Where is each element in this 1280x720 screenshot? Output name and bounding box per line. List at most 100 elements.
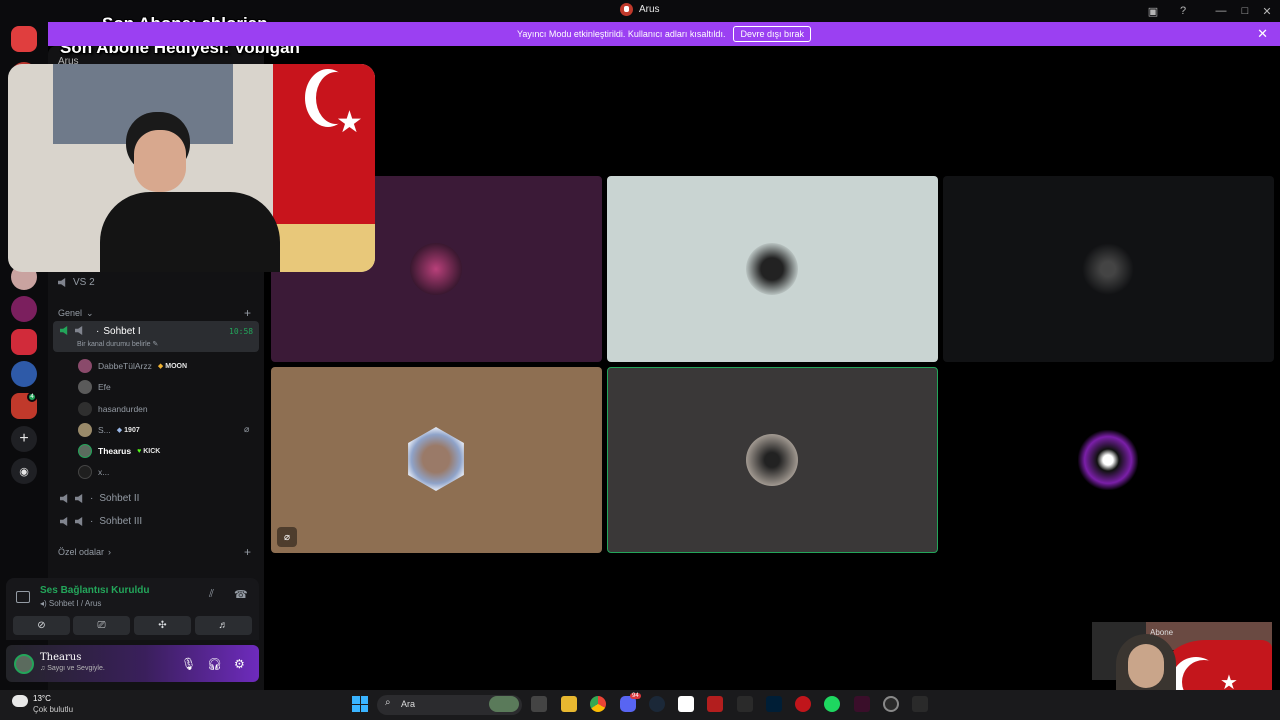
epic-games-icon[interactable] [737, 696, 753, 712]
channel-sohbet-2[interactable]: · Sohbet II [60, 493, 139, 504]
member-name: DabbeTülArzz [98, 361, 152, 371]
soundboard-button[interactable]: ♬ [195, 616, 252, 635]
disable-button[interactable]: Devre dışı bırak [733, 26, 811, 42]
heart-icon: ♥ [137, 447, 142, 455]
banner-text: Yayıncı Modu etkinleştirildi. Kullanıcı … [517, 29, 726, 39]
muted-icon: ⌀ [244, 424, 250, 434]
avatar [78, 359, 92, 373]
spotify-icon[interactable] [824, 696, 840, 712]
channel-status-prompt[interactable]: Bir kanal durumu belirle ✎ [77, 340, 158, 348]
streamer-mode-banner: Yayıncı Modu etkinleştirildi. Kullanıcı … [48, 22, 1280, 46]
channel-status-text: Bir kanal durumu belirle [77, 341, 151, 348]
category-general[interactable]: Genel ⌄ [58, 308, 94, 319]
noise-suppression-icon[interactable]: ⫽ [209, 588, 214, 601]
chrome-icon[interactable] [590, 696, 606, 712]
channel-timer: 10:58 [229, 327, 254, 336]
server-icon[interactable] [11, 329, 37, 355]
shirt [100, 192, 280, 272]
channel-vs2[interactable]: VS 2 [58, 277, 95, 288]
speaker-icon [60, 494, 68, 503]
discover-compass-icon[interactable]: ◉ [11, 458, 37, 484]
channel-label: VS 2 [73, 277, 95, 288]
activities-button[interactable]: ✣ [134, 616, 191, 635]
user-status-text: Saygı ve Sevgiyle. [47, 665, 105, 672]
list-item[interactable]: hasandurden [78, 402, 148, 416]
member-tag-label: MOON [165, 362, 188, 370]
file-explorer-icon[interactable] [561, 696, 577, 712]
add-channel-icon[interactable]: + [244, 306, 251, 320]
list-item[interactable]: x... [78, 465, 109, 479]
list-item[interactable]: Thearus ♥ KICK [78, 444, 160, 458]
obs-icon[interactable] [883, 696, 899, 712]
webcam-overlay: ★ [8, 64, 375, 272]
category-private[interactable]: Özel odalar › [58, 547, 111, 557]
avatar[interactable] [14, 654, 34, 674]
epic-games-icon[interactable] [912, 696, 928, 712]
diamond-icon: ◆ [157, 363, 164, 370]
server-icon[interactable] [11, 361, 37, 387]
voice-status-title[interactable]: Ses Bağlantısı Kuruldu [40, 585, 149, 596]
task-view-icon[interactable] [531, 696, 547, 712]
list-item[interactable]: S... ◆ 1907 [78, 423, 140, 437]
video-tile[interactable] [943, 367, 1274, 553]
weather-condition[interactable]: Çok bulutlu [33, 705, 73, 714]
active-channel-icons [60, 326, 84, 335]
search-icon: ⌕ [385, 697, 391, 708]
headphones-icon[interactable]: 🎧︎ [207, 657, 222, 671]
speaker-icon [75, 517, 83, 526]
search-placeholder: Ara [401, 699, 416, 709]
capcut-icon[interactable] [678, 696, 694, 712]
close-window-icon[interactable]: ✕ [1259, 3, 1275, 19]
window-title: Arus [620, 3, 660, 16]
disconnect-icon[interactable]: ☎ [234, 588, 248, 601]
minimize-icon[interactable]: — [1213, 3, 1229, 19]
video-tile[interactable] [271, 367, 602, 553]
add-server-icon[interactable]: + [11, 426, 37, 452]
member-name: x... [98, 467, 110, 477]
voice-status-subtitle[interactable]: ◂) Sohbet I / Arus [40, 599, 101, 608]
member-name: Efe [98, 382, 111, 392]
photoshop-icon[interactable] [766, 696, 782, 712]
help-icon[interactable]: ? [1175, 3, 1191, 19]
category-label: Genel [58, 308, 83, 318]
video-tile-speaking[interactable] [607, 367, 938, 553]
muted-icon: ⌀ [277, 527, 297, 547]
voice-channel-label: Sohbet I / Arus [48, 599, 102, 608]
app-icon[interactable] [707, 696, 723, 712]
steam-icon[interactable] [649, 696, 665, 712]
user-name[interactable]: Thearus [40, 652, 81, 663]
avatar [78, 380, 92, 394]
weather-temp[interactable]: 13°C [33, 694, 51, 703]
avatar [78, 423, 92, 437]
screen-share-button[interactable]: ⎚ [73, 616, 130, 635]
signal-icon[interactable] [16, 591, 30, 603]
channel-sohbet-3[interactable]: · Sohbet III [60, 516, 142, 527]
add-channel-icon[interactable]: + [244, 545, 251, 559]
face [1128, 644, 1164, 688]
settings-gear-icon[interactable]: ⚙ [234, 657, 245, 671]
avatar [1078, 430, 1138, 490]
windows-start-icon[interactable] [352, 696, 368, 712]
screen-share-icon: ⎚ [97, 620, 106, 631]
avatar [78, 402, 92, 416]
maximize-icon[interactable]: □ [1237, 3, 1253, 19]
video-tile[interactable] [943, 176, 1274, 362]
member-tag: ◆ 1907 [117, 426, 140, 435]
soundboard-icon: ♬ [218, 620, 229, 631]
close-icon[interactable]: ✕ [1257, 26, 1268, 42]
list-item[interactable]: DabbeTülArzz ◆ MOON [78, 359, 187, 373]
member-tag: ♥ KICK [137, 448, 160, 455]
server-icon[interactable] [11, 296, 37, 322]
app-icon[interactable] [795, 696, 811, 712]
pencil-icon: ✎ [152, 341, 159, 348]
channel-sohbet-1[interactable]: · Sohbet I [96, 326, 141, 337]
app-icon[interactable] [854, 696, 870, 712]
avatar [746, 243, 798, 295]
inbox-icon[interactable]: ▣ [1145, 3, 1161, 19]
discord-home-icon[interactable] [11, 26, 37, 52]
camera-off-icon: ⊘ [37, 620, 46, 631]
camera-toggle-button[interactable]: ⊘ [13, 616, 70, 635]
list-item[interactable]: Efe [78, 380, 111, 394]
video-tile[interactable] [607, 176, 938, 362]
microphone-icon[interactable]: 🎙︎ [181, 657, 196, 671]
